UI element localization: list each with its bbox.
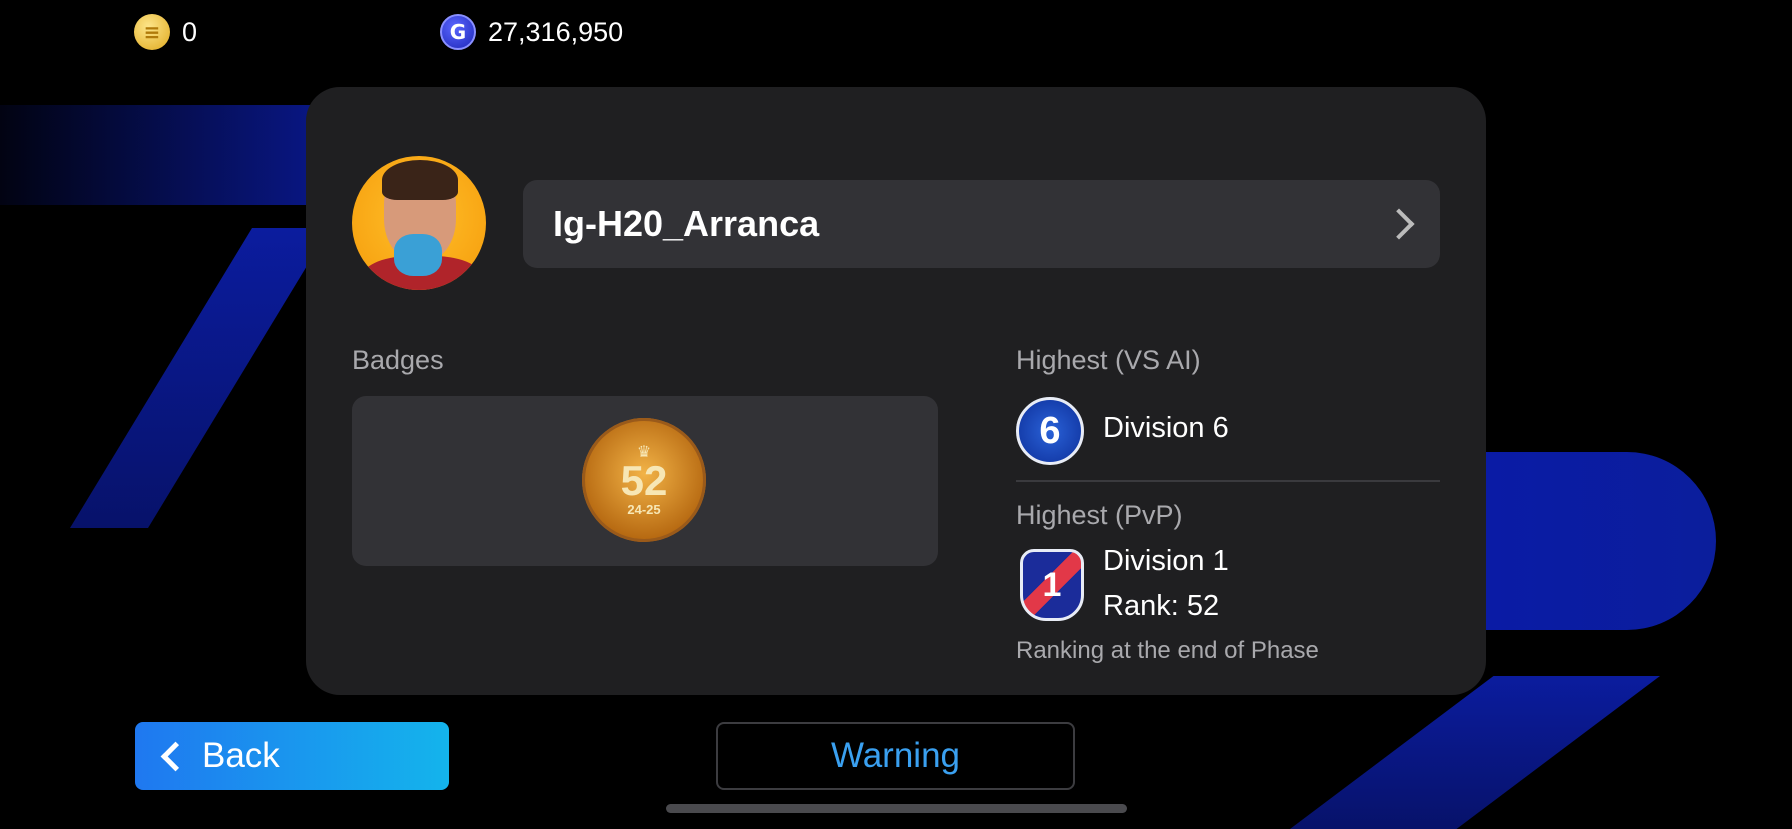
background-stripe: [70, 228, 330, 528]
coin-icon: ≡: [134, 14, 170, 50]
profile-card: Ig-H20_Arranca Badges ♛ 52 24-25 Highest…: [306, 87, 1486, 695]
badges-panel[interactable]: ♛ 52 24-25: [352, 396, 938, 566]
profile-name: Ig-H20_Arranca: [553, 203, 820, 244]
highest-pvp-rank: Rank: 52: [1103, 590, 1220, 622]
warning-button[interactable]: Warning: [716, 722, 1075, 790]
chevron-right-icon: [1383, 208, 1415, 240]
gp-icon: G: [440, 14, 476, 50]
home-indicator[interactable]: [666, 804, 1127, 813]
badge-season: 24-25: [627, 501, 661, 517]
highest-pvp-label: Highest (PvP): [1016, 500, 1183, 530]
highest-ai-label: Highest (VS AI): [1016, 345, 1201, 375]
coins-display: ≡ 0: [134, 14, 197, 50]
warning-button-label: Warning: [830, 736, 961, 775]
gp-value: 27,316,950: [488, 16, 624, 47]
badge-number: 52: [620, 456, 668, 504]
highest-ai-division: Division 6: [1103, 412, 1229, 444]
player-avatar[interactable]: [352, 156, 486, 290]
coins-value: 0: [182, 16, 198, 47]
ranking-note: Ranking at the end of Phase: [1016, 637, 1319, 664]
background-stripe: [1290, 676, 1660, 829]
highest-pvp-division: Division 1: [1103, 545, 1229, 577]
back-button-label: Back: [202, 736, 280, 775]
profile-name-button[interactable]: Ig-H20_Arranca: [523, 180, 1440, 268]
division-6-icon: 6: [1016, 397, 1084, 465]
division-number: 1: [1042, 565, 1062, 604]
division-1-icon: 1: [1020, 549, 1084, 621]
divider: [1016, 480, 1440, 482]
badges-label: Badges: [352, 345, 444, 375]
gp-display: G 27,316,950: [440, 14, 623, 50]
back-button[interactable]: Back: [135, 722, 449, 790]
badge-icon[interactable]: ♛ 52 24-25: [582, 418, 706, 542]
division-number: 6: [1039, 409, 1061, 452]
chevron-left-icon: [160, 741, 191, 771]
